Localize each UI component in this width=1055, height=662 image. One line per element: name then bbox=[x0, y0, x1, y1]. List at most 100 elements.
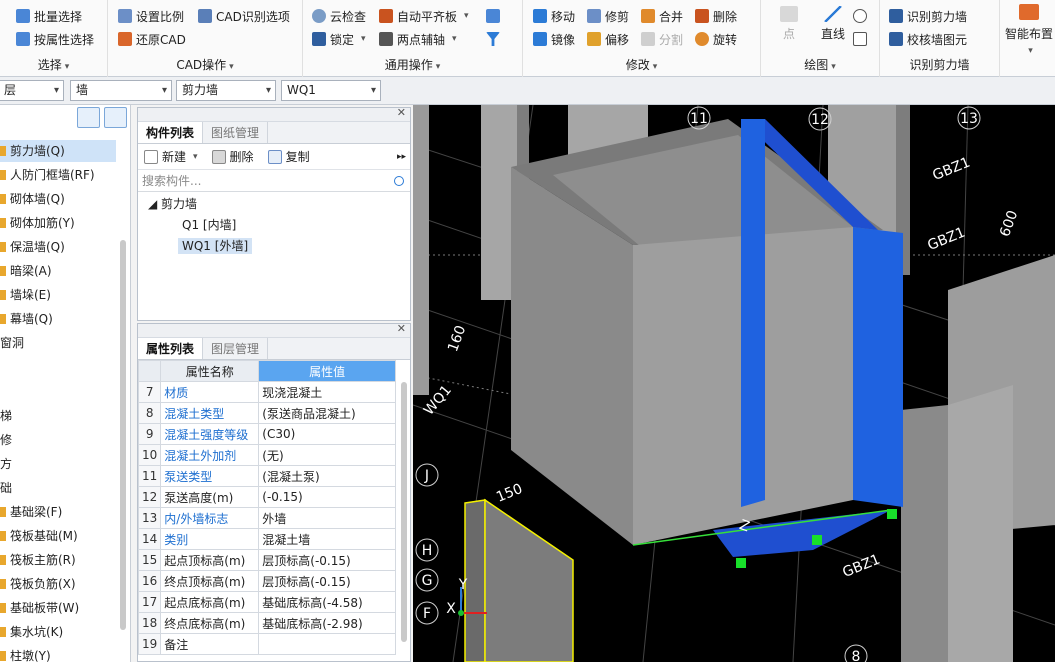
rect-tool-button[interactable] bbox=[853, 29, 867, 49]
tree-scrollbar[interactable] bbox=[120, 240, 126, 630]
tree-item[interactable]: 幕墙(Q) bbox=[0, 308, 53, 330]
batch-select-button[interactable]: 批量选择 bbox=[16, 6, 82, 26]
property-value[interactable]: 外墙 bbox=[258, 507, 396, 529]
tree-item[interactable]: 梯 bbox=[0, 405, 12, 427]
smart-layout-button[interactable]: 智能布置 bbox=[1003, 2, 1055, 56]
property-value[interactable]: 层顶标高(-0.15) bbox=[258, 570, 396, 592]
table-row[interactable]: 18 终点底标高(m) 基础底标高(-2.98) bbox=[137, 612, 396, 634]
tree-item[interactable]: 柱墩(Y) bbox=[0, 645, 51, 662]
offset-button[interactable]: 偏移 bbox=[587, 29, 629, 49]
common-group-title[interactable]: 通用操作 bbox=[303, 56, 522, 73]
property-value[interactable]: 层顶标高(-0.15) bbox=[258, 549, 396, 571]
property-value[interactable]: 混凝土墙 bbox=[258, 528, 396, 550]
table-row[interactable]: 15 起点顶标高(m) 层顶标高(-0.15) bbox=[137, 549, 396, 571]
table-row[interactable]: 14 类别 混凝土墙 bbox=[137, 528, 396, 550]
property-value[interactable]: 基础底标高(-2.98) bbox=[258, 612, 396, 634]
tree-item[interactable]: 保温墙(Q) bbox=[0, 236, 65, 258]
tree-item[interactable]: 剪力墙(Q) bbox=[0, 140, 116, 162]
name-select[interactable]: WQ1 bbox=[281, 80, 381, 101]
delete-component-button[interactable]: 删除 bbox=[211, 148, 254, 165]
3d-viewport[interactable]: 11 12 13 J H G F 8 GBZ1 GBZ1 GBZ1 150 160 600 WQ1 Z Y X bbox=[413, 105, 1055, 662]
rotate-button[interactable]: 旋转 bbox=[695, 29, 737, 49]
model-canvas[interactable]: 11 12 13JHGF8GBZ1GBZ1GBZ1150160600WQ1ZYX bbox=[413, 105, 1055, 662]
detail-view-button[interactable] bbox=[104, 107, 127, 128]
lock-button[interactable]: 锁定 bbox=[312, 29, 366, 49]
close-icon[interactable]: ✕ bbox=[397, 106, 406, 119]
tab-drawing-management[interactable]: 图纸管理 bbox=[203, 122, 269, 143]
property-value[interactable]: (无) bbox=[258, 444, 396, 466]
attr-select-button[interactable]: 按属性选择 bbox=[16, 29, 94, 49]
grip-point[interactable] bbox=[736, 558, 746, 568]
table-row[interactable]: 16 终点顶标高(m) 层顶标高(-0.15) bbox=[137, 570, 396, 592]
set-scale-button[interactable]: 设置比例 bbox=[118, 6, 184, 26]
line-button[interactable]: 直线 bbox=[813, 2, 853, 42]
property-value[interactable]: (混凝土泵) bbox=[258, 465, 396, 487]
draw-group-title[interactable]: 绘图 bbox=[761, 56, 879, 73]
tree-item[interactable]: 墙垛(E) bbox=[0, 284, 51, 306]
modify-group-title[interactable]: 修改 bbox=[523, 56, 760, 73]
tree-item[interactable]: 暗梁(A) bbox=[0, 260, 52, 282]
wq1-wall[interactable] bbox=[741, 119, 765, 507]
tree-item[interactable]: 基础梁(F) bbox=[0, 501, 62, 523]
tree-node-q1[interactable]: Q1 [内墙] bbox=[138, 215, 410, 236]
table-row[interactable]: 17 起点底标高(m) 基础底标高(-4.58) bbox=[137, 591, 396, 613]
tree-item[interactable]: 砌体墙(Q) bbox=[0, 188, 65, 210]
tree-node-shear-wall[interactable]: ◢ 剪力墙 bbox=[138, 194, 410, 215]
component-search-input[interactable]: 搜索构件... bbox=[138, 172, 410, 192]
tree-node-wq1[interactable]: WQ1 [外墙] bbox=[138, 236, 410, 257]
cad-group-title[interactable]: CAD操作 bbox=[108, 56, 302, 73]
restore-cad-button[interactable]: 还原CAD bbox=[118, 29, 186, 49]
close-icon[interactable]: ✕ bbox=[397, 322, 406, 335]
tree-item[interactable]: 筏板负筋(X) bbox=[0, 573, 76, 595]
tree-item[interactable]: 方 bbox=[0, 453, 12, 475]
table-row[interactable]: 10 混凝土外加剂 (无) bbox=[137, 444, 396, 466]
table-row[interactable]: 9 混凝土强度等级 (C30) bbox=[137, 423, 396, 445]
more-icon[interactable]: ▸▸ bbox=[397, 152, 406, 162]
list-view-button[interactable] bbox=[77, 107, 100, 128]
property-scrollbar[interactable] bbox=[401, 382, 407, 642]
circle-tool-button[interactable] bbox=[853, 6, 867, 26]
grip-point[interactable] bbox=[887, 509, 897, 519]
merge-button[interactable]: 合并 bbox=[641, 6, 683, 26]
tree-item[interactable]: 窗洞 bbox=[0, 332, 24, 354]
tab-property-list[interactable]: 属性列表 bbox=[138, 338, 204, 359]
auto-level-button[interactable]: 自动平齐板 bbox=[379, 6, 469, 26]
tree-item[interactable]: 人防门框墙(RF) bbox=[0, 164, 95, 186]
trim-button[interactable]: 修剪 bbox=[587, 6, 629, 26]
grip-point[interactable] bbox=[812, 535, 822, 545]
property-value[interactable] bbox=[258, 633, 396, 655]
tree-item[interactable]: 筏板基础(M) bbox=[0, 525, 78, 547]
tab-layer-management[interactable]: 图层管理 bbox=[203, 338, 269, 359]
floor-select[interactable]: 层 bbox=[0, 80, 64, 101]
two-point-axis-button[interactable]: 两点辅轴 bbox=[379, 29, 457, 49]
property-value[interactable]: (泵送商品混凝土) bbox=[258, 402, 396, 424]
new-button[interactable]: 新建 bbox=[144, 148, 198, 165]
category-select[interactable]: 墙 bbox=[70, 80, 172, 101]
cloud-check-button[interactable]: 云检查 bbox=[312, 6, 366, 26]
recog-wall-button[interactable]: 识别剪力墙 bbox=[889, 6, 967, 26]
delete-button[interactable]: 删除 bbox=[695, 6, 737, 26]
move-button[interactable]: 移动 bbox=[533, 6, 575, 26]
tree-item[interactable]: 基础板带(W) bbox=[0, 597, 79, 619]
tree-item[interactable]: 修 bbox=[0, 429, 12, 451]
collapse-icon[interactable]: ◢ bbox=[148, 197, 161, 211]
selected-column[interactable] bbox=[464, 499, 486, 662]
tab-component-list[interactable]: 构件列表 bbox=[138, 122, 204, 143]
table-row[interactable]: 12 泵送高度(m) (-0.15) bbox=[137, 486, 396, 508]
split-button[interactable]: 分割 bbox=[641, 29, 683, 49]
table-row[interactable]: 8 混凝土类型 (泵送商品混凝土) bbox=[137, 402, 396, 424]
property-value[interactable]: (-0.15) bbox=[258, 486, 396, 508]
table-row[interactable]: 19 备注 bbox=[137, 633, 396, 655]
cad-recog-options-button[interactable]: CAD识别选项 bbox=[198, 6, 290, 26]
point-button[interactable]: 点 bbox=[775, 2, 803, 42]
mirror-button[interactable]: 镜像 bbox=[533, 29, 575, 49]
table-row[interactable]: 13 内/外墙标志 外墙 bbox=[137, 507, 396, 529]
filter-button[interactable] bbox=[486, 29, 500, 49]
select-group-title[interactable]: 选择 bbox=[0, 56, 107, 73]
tree-item[interactable]: 筏板主筋(R) bbox=[0, 549, 76, 571]
property-value[interactable]: 基础底标高(-4.58) bbox=[258, 591, 396, 613]
tree-item[interactable]: 砌体加筋(Y) bbox=[0, 212, 75, 234]
property-value[interactable]: 现浇混凝土 bbox=[258, 381, 396, 403]
copy-component-button[interactable]: 复制 bbox=[267, 148, 310, 165]
wq1-wall[interactable] bbox=[853, 227, 903, 507]
